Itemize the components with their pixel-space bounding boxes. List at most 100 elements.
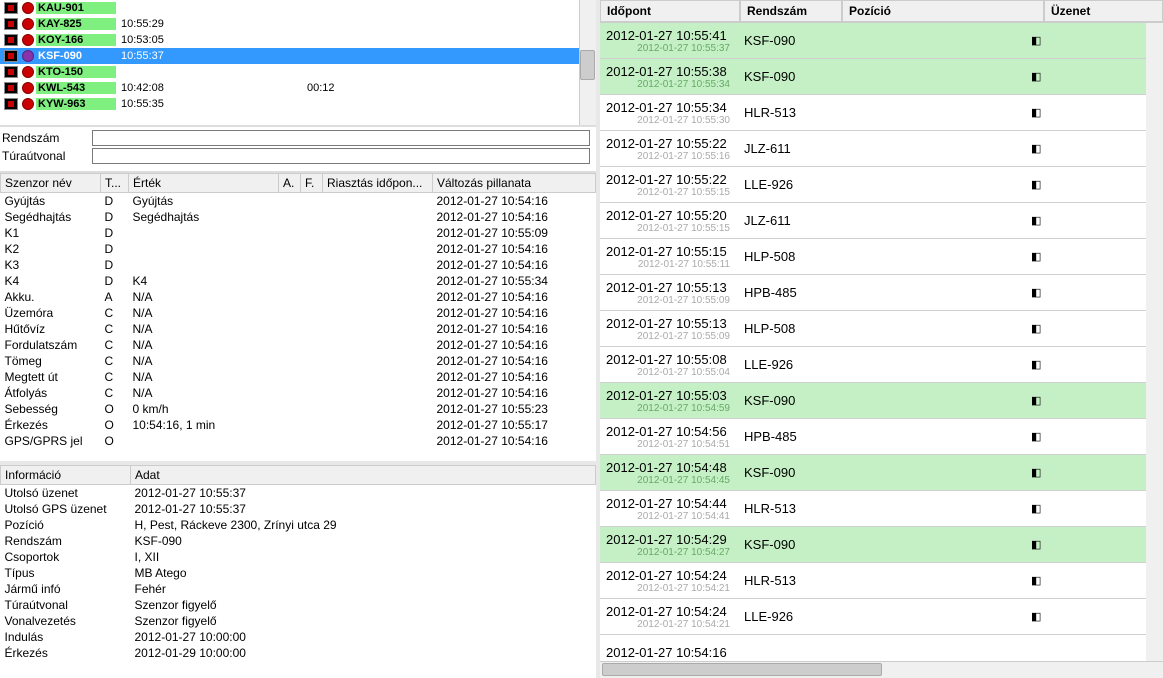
message-row[interactable]: 2012-01-27 10:54:242012-01-27 10:54:21HL… [600, 563, 1146, 599]
info-row[interactable]: TúraútvonalSzenzor figyelő [1, 597, 596, 613]
col-sensor-f[interactable]: F. [301, 174, 323, 193]
message-subtime: 2012-01-27 10:54:51 [606, 439, 734, 450]
sensor-value: 10:54:16, 1 min [129, 417, 279, 433]
info-value: 2012-01-29 10:00:00 [131, 645, 596, 661]
col-sensor-change[interactable]: Változás pillanata [433, 174, 596, 193]
info-row[interactable]: VonalvezetésSzenzor figyelő [1, 613, 596, 629]
info-key: Utolsó GPS üzenet [1, 501, 131, 517]
message-plate: LLE-926 [740, 357, 842, 372]
message-row[interactable]: 2012-01-27 10:54:442012-01-27 10:54:41HL… [600, 491, 1146, 527]
sensor-table[interactable]: Szenzor név T... Érték A. F. Riasztás id… [0, 173, 596, 449]
col-time[interactable]: Időpont [600, 0, 740, 22]
message-row[interactable]: 2012-01-27 10:54:16 [600, 635, 1146, 661]
sensor-row[interactable]: HűtővízCN/A2012-01-27 10:54:16 [1, 321, 596, 337]
sensor-change: 2012-01-27 10:54:16 [433, 433, 596, 449]
info-table[interactable]: Információ Adat Utolsó üzenet2012-01-27 … [0, 465, 596, 661]
message-row[interactable]: 2012-01-27 10:55:032012-01-27 10:54:59KS… [600, 383, 1146, 419]
message-row[interactable]: 2012-01-27 10:54:562012-01-27 10:54:51HP… [600, 419, 1146, 455]
message-row[interactable]: 2012-01-27 10:55:202012-01-27 10:55:15JL… [600, 203, 1146, 239]
message-row[interactable]: 2012-01-27 10:55:222012-01-27 10:55:16JL… [600, 131, 1146, 167]
sensor-row[interactable]: K3D2012-01-27 10:54:16 [1, 257, 596, 273]
vehicle-row[interactable]: KAY-82510:55:29 [0, 16, 596, 32]
vehicle-row[interactable]: KWL-54310:42:0800:12 [0, 80, 596, 96]
info-row[interactable]: Utolsó üzenet2012-01-27 10:55:37 [1, 485, 596, 501]
col-plate[interactable]: Rendszám [740, 0, 842, 22]
scrollbar-thumb[interactable] [580, 50, 595, 80]
message-plate: KSF-090 [740, 69, 842, 84]
info-row[interactable]: PozícióH, Pest, Ráckeve 2300, Zrínyi utc… [1, 517, 596, 533]
info-row[interactable]: Érkezés2012-01-29 10:00:00 [1, 645, 596, 661]
scrollbar[interactable] [579, 0, 596, 125]
message-plate: HPB-485 [740, 285, 842, 300]
message-row[interactable]: 2012-01-27 10:55:342012-01-27 10:55:30HL… [600, 95, 1146, 131]
col-sensor-name[interactable]: Szenzor név [1, 174, 101, 193]
vehicle-dot-icon [22, 18, 34, 30]
vehicle-dot-icon [22, 2, 34, 14]
info-row[interactable]: Jármű infóFehér [1, 581, 596, 597]
col-sensor-t[interactable]: T... [101, 174, 129, 193]
message-row[interactable]: 2012-01-27 10:54:292012-01-27 10:54:27KS… [600, 527, 1146, 563]
message-row[interactable]: 2012-01-27 10:55:412012-01-27 10:55:37KS… [600, 23, 1146, 59]
message-row[interactable]: 2012-01-27 10:54:242012-01-27 10:54:21LL… [600, 599, 1146, 635]
sensor-row[interactable]: GPS/GPRS jelO2012-01-27 10:54:16 [1, 433, 596, 449]
sensor-row[interactable]: FordulatszámCN/A2012-01-27 10:54:16 [1, 337, 596, 353]
sensor-row[interactable]: K2D2012-01-27 10:54:16 [1, 241, 596, 257]
h-scrollbar-thumb[interactable] [602, 663, 882, 676]
message-icon: ◧ [1027, 70, 1146, 83]
h-scrollbar[interactable] [600, 661, 1163, 678]
sensor-row[interactable]: K4DK42012-01-27 10:55:34 [1, 273, 596, 289]
sensor-row[interactable]: ÉrkezésO10:54:16, 1 min2012-01-27 10:55:… [1, 417, 596, 433]
info-row[interactable]: RendszámKSF-090 [1, 533, 596, 549]
col-pos[interactable]: Pozíció [842, 0, 1044, 22]
turautvonal-input[interactable] [92, 148, 590, 164]
message-row[interactable]: 2012-01-27 10:54:482012-01-27 10:54:45KS… [600, 455, 1146, 491]
vehicle-row[interactable]: KYW-96310:55:35 [0, 96, 596, 112]
message-row[interactable]: 2012-01-27 10:55:132012-01-27 10:55:09HP… [600, 275, 1146, 311]
sensor-row[interactable]: SebességO0 km/h2012-01-27 10:55:23 [1, 401, 596, 417]
message-icon: ◧ [1027, 34, 1146, 47]
message-row[interactable]: 2012-01-27 10:55:132012-01-27 10:55:09HL… [600, 311, 1146, 347]
message-row[interactable]: 2012-01-27 10:55:382012-01-27 10:55:34KS… [600, 59, 1146, 95]
sensor-row[interactable]: TömegCN/A2012-01-27 10:54:16 [1, 353, 596, 369]
sensor-type: O [101, 401, 129, 417]
sensor-type: C [101, 321, 129, 337]
vehicle-row[interactable]: KAU-901 [0, 0, 596, 16]
message-row[interactable]: 2012-01-27 10:55:082012-01-27 10:55:04LL… [600, 347, 1146, 383]
message-icon: ◧ [1027, 178, 1146, 191]
info-row[interactable]: Utolsó GPS üzenet2012-01-27 10:55:37 [1, 501, 596, 517]
message-row[interactable]: 2012-01-27 10:55:152012-01-27 10:55:11HL… [600, 239, 1146, 275]
col-data[interactable]: Adat [131, 466, 596, 485]
sensor-row[interactable]: ÁtfolyásCN/A2012-01-27 10:54:16 [1, 385, 596, 401]
rendszam-input[interactable] [92, 130, 590, 146]
message-row[interactable]: 2012-01-27 10:55:222012-01-27 10:55:15LL… [600, 167, 1146, 203]
sensor-row[interactable]: GyújtásDGyújtás2012-01-27 10:54:16 [1, 193, 596, 209]
message-time: 2012-01-27 10:55:222012-01-27 10:55:15 [600, 170, 740, 200]
message-time: 2012-01-27 10:55:342012-01-27 10:55:30 [600, 98, 740, 128]
messages-list[interactable]: 2012-01-27 10:55:412012-01-27 10:55:37KS… [600, 23, 1146, 661]
info-row[interactable]: CsoportokI, XII [1, 549, 596, 565]
vehicle-time: 10:55:29 [117, 18, 187, 30]
sensor-row[interactable]: SegédhajtásDSegédhajtás2012-01-27 10:54:… [1, 209, 596, 225]
scrollbar[interactable] [1146, 23, 1163, 661]
info-row[interactable]: Indulás2012-01-27 10:00:00 [1, 629, 596, 645]
vehicle-status-icon [4, 2, 18, 14]
vehicle-row[interactable]: KSF-09010:55:37 [0, 48, 596, 64]
sensor-row[interactable]: K1D2012-01-27 10:55:09 [1, 225, 596, 241]
col-sensor-a[interactable]: A. [279, 174, 301, 193]
col-sensor-value[interactable]: Érték [129, 174, 279, 193]
vehicle-row[interactable]: KTO-150 [0, 64, 596, 80]
vehicle-plate: KTO-150 [36, 66, 116, 78]
col-sensor-alarm[interactable]: Riasztás időpon... [323, 174, 433, 193]
info-row[interactable]: TípusMB Atego [1, 565, 596, 581]
message-time: 2012-01-27 10:55:222012-01-27 10:55:16 [600, 134, 740, 164]
col-info[interactable]: Információ [1, 466, 131, 485]
sensor-row[interactable]: ÜzemóraCN/A2012-01-27 10:54:16 [1, 305, 596, 321]
message-plate: KSF-090 [740, 33, 842, 48]
sensor-row[interactable]: Akku.AN/A2012-01-27 10:54:16 [1, 289, 596, 305]
col-msg[interactable]: Üzenet [1044, 0, 1163, 22]
vehicle-list[interactable]: KAU-901KAY-82510:55:29KOY-16610:53:05KSF… [0, 0, 596, 125]
sensor-row[interactable]: Megtett útCN/A2012-01-27 10:54:16 [1, 369, 596, 385]
vehicle-row[interactable]: KOY-16610:53:05 [0, 32, 596, 48]
message-plate: HPB-485 [740, 429, 842, 444]
sensor-change: 2012-01-27 10:54:16 [433, 241, 596, 257]
